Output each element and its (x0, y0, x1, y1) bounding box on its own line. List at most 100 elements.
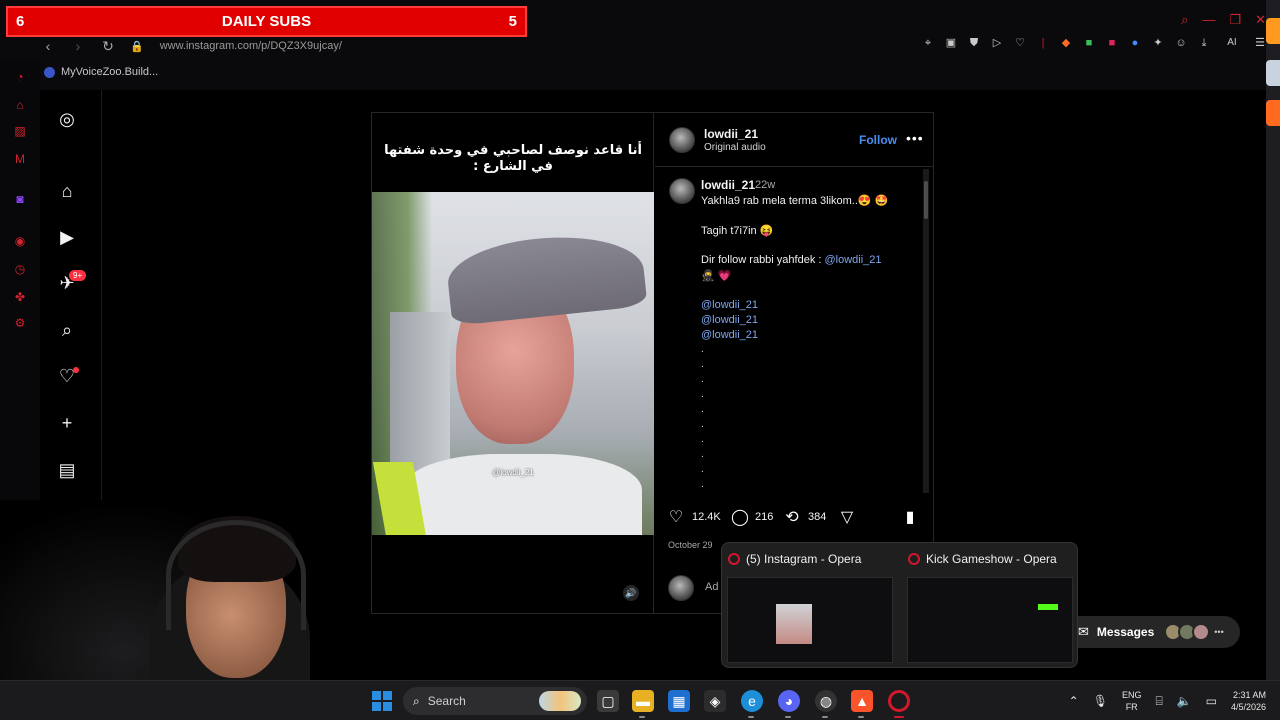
comment-icon[interactable]: ◯ (731, 509, 749, 527)
messenger-icon[interactable]: M (13, 152, 27, 166)
share-icon[interactable]: ▽ (838, 509, 856, 527)
running-indicator (785, 716, 791, 718)
opera-icon[interactable] (888, 690, 910, 712)
dashboard-icon[interactable]: ▤ (56, 459, 78, 481)
menu-icon[interactable]: ☰ (1254, 37, 1266, 49)
post-header: lowdii_21 Original audio Follow ••• (655, 113, 933, 167)
chevron-up-icon[interactable]: ⌃ (1069, 694, 1079, 708)
create-icon[interactable]: + (56, 412, 78, 434)
video-caption: أنا قاعد نوصف لصاحبي في وحدة شفتها في ال… (372, 143, 654, 175)
search-icon[interactable]: ⌕ (56, 319, 78, 341)
comments-scrollbar[interactable] (923, 169, 929, 493)
more-options-button[interactable]: ••• (906, 130, 924, 146)
download-icon[interactable]: ⤓ (1198, 37, 1210, 49)
author-avatar[interactable] (669, 127, 695, 153)
volume-icon[interactable]: 🔈 (1177, 694, 1192, 708)
preview-thumbnail[interactable] (907, 577, 1073, 663)
history-icon[interactable]: ◔ (13, 70, 27, 84)
clock[interactable]: 2:31 AM 4/5/2026 (1231, 689, 1266, 713)
puzzle-icon[interactable]: ✦ (1152, 37, 1164, 49)
settings-icon[interactable]: ⚙ (13, 316, 27, 330)
extension-blue-icon[interactable]: ● (1129, 37, 1141, 49)
caption-avatar[interactable] (669, 178, 695, 204)
audio-label[interactable]: Original audio (704, 142, 766, 153)
caption-dot: . (701, 359, 704, 370)
home-icon[interactable]: ⌂ (56, 180, 78, 202)
rail-app-icon[interactable] (1266, 100, 1280, 126)
scrollbar-thumb[interactable] (924, 181, 928, 219)
reels-icon[interactable]: ▶ (56, 226, 78, 248)
messages-button[interactable]: ✉ Messages ••• (1060, 616, 1240, 648)
ai-button[interactable]: AI (1221, 37, 1243, 49)
discord-icon[interactable]: ◕ (778, 690, 800, 712)
caption-dot: . (701, 464, 704, 475)
forward-button[interactable]: › (70, 38, 86, 54)
caption-dot: . (701, 389, 704, 400)
microphone-icon[interactable]: 🎙 (1093, 694, 1108, 708)
mention-link[interactable]: @lowdii_21 (701, 329, 758, 341)
pin-icon[interactable]: ⌖ (922, 37, 934, 49)
mute-button[interactable]: 🔊 (623, 585, 639, 601)
brave-icon[interactable]: ▲ (851, 690, 873, 712)
minimize-button[interactable]: — (1202, 12, 1215, 28)
start-button[interactable] (372, 691, 392, 711)
file-explorer-icon[interactable]: ▬ (632, 690, 654, 712)
preview-window[interactable]: (5) Instagram - Opera (722, 543, 900, 669)
like-icon[interactable]: ♡ (667, 509, 685, 527)
mention-link[interactable]: @lowdii_21 (701, 314, 758, 326)
video-player[interactable]: @lowdii_21 (372, 192, 654, 535)
mention-link[interactable]: @lowdii_21 (701, 299, 758, 311)
taskbar-search[interactable]: ⌕ Search (403, 687, 587, 715)
taskbar-preview-popup: (5) Instagram - Opera Kick Gameshow - Op… (721, 542, 1078, 668)
save-bookmark-icon[interactable]: ▮ (901, 509, 919, 527)
pinboard-icon[interactable]: ▨ (13, 124, 27, 138)
bookmark-item[interactable]: MyVoiceZoo.Build... (61, 66, 158, 78)
language-indicator[interactable]: ENG FR (1122, 689, 1142, 713)
extensions-icon[interactable]: ✤ (13, 290, 27, 304)
running-indicator (639, 716, 645, 718)
battery-icon[interactable]: ▭ (1206, 694, 1217, 708)
player-icon[interactable]: ◉ (13, 234, 27, 248)
maximize-button[interactable]: ❐ (1229, 12, 1241, 28)
running-indicator (822, 716, 828, 718)
preview-window[interactable]: Kick Gameshow - Opera (902, 543, 1080, 669)
reload-button[interactable]: ↻ (100, 38, 116, 55)
task-view-icon[interactable]: ▢ (597, 690, 619, 712)
network-icon[interactable]: ⌸ (1155, 694, 1162, 709)
back-button[interactable]: ‹ (40, 38, 56, 54)
heart-icon[interactable]: ♡ (1014, 37, 1026, 49)
shield-icon[interactable]: ⛊ (968, 37, 980, 49)
caption-mention-link[interactable]: @lowdii_21 (825, 254, 882, 266)
snapshot-icon[interactable]: ▣ (945, 37, 957, 49)
obs-icon[interactable]: ◍ (815, 690, 837, 712)
instagram-logo-icon[interactable]: ◎ (56, 108, 78, 130)
author-username[interactable]: lowdii_21 (704, 127, 758, 141)
rail-app-icon[interactable] (1266, 18, 1280, 44)
caption-time: 22w (755, 179, 776, 191)
twitch-icon[interactable]: ◙ (13, 192, 27, 206)
profile-icon[interactable]: ☺ (1175, 37, 1187, 49)
close-window-button[interactable]: ✕ (1255, 12, 1266, 28)
opera-icon (908, 553, 920, 565)
repost-icon[interactable]: ⟲ (783, 509, 801, 527)
caption-username[interactable]: lowdii_21 (701, 178, 755, 192)
extension-red-icon[interactable]: ■ (1106, 37, 1118, 49)
rail-app-icon[interactable] (1266, 60, 1280, 86)
add-comment-input[interactable]: Ad (705, 581, 718, 593)
edge-icon[interactable]: e (741, 690, 763, 712)
search-highlight-art (539, 691, 581, 711)
extension-orange-icon[interactable]: ◆ (1060, 37, 1072, 49)
extension-green-icon[interactable]: ■ (1083, 37, 1095, 49)
clock-icon[interactable]: ◷ (13, 262, 27, 276)
store-icon[interactable]: ▦ (668, 690, 690, 712)
follow-button[interactable]: Follow (859, 133, 897, 147)
address-bar[interactable]: www.instagram.com/p/DQZ3X9ujcay/ (160, 40, 342, 52)
webcam-overlay (0, 500, 310, 690)
search-icon[interactable]: ⌕ (1181, 12, 1188, 28)
thumbnail-video (776, 604, 812, 644)
preview-thumbnail[interactable] (727, 577, 893, 663)
more-icon[interactable]: ••• (1214, 627, 1223, 637)
unity-icon[interactable]: ◈ (704, 690, 726, 712)
workspace-icon[interactable]: ⌂ (13, 98, 27, 112)
play-icon[interactable]: ▷ (991, 37, 1003, 49)
